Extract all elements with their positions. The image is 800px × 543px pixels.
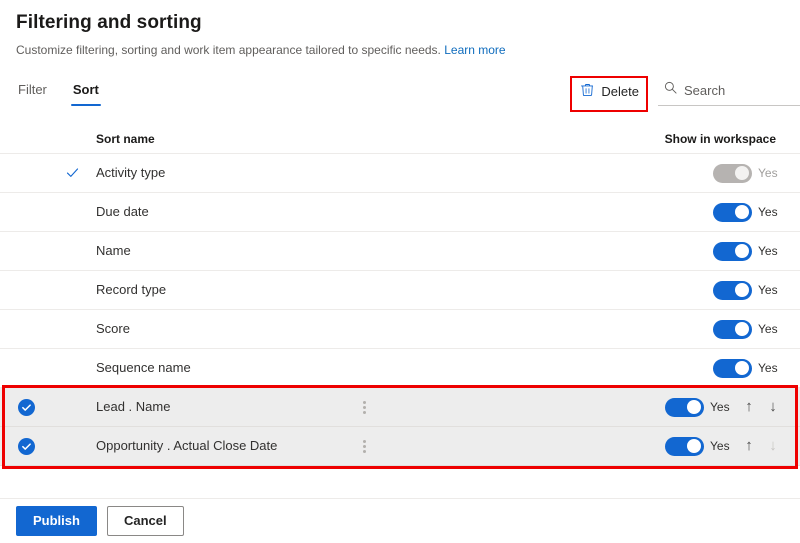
row-show-in-workspace-cell: Yes: [713, 163, 782, 183]
toggle-value-label: Yes: [758, 361, 778, 375]
table-row[interactable]: Opportunity . Actual Close Date Yes ↑ ↓: [0, 427, 800, 466]
column-header-show-in-workspace: Show in workspace: [664, 131, 776, 146]
row-selected-checkbox-icon[interactable]: [18, 398, 35, 416]
search-input[interactable]: [684, 82, 798, 98]
checkmark-icon: [66, 166, 79, 181]
delete-button-label: Delete: [601, 84, 639, 99]
row-sort-name: Sequence name: [96, 360, 191, 375]
delete-command-wrap: Delete: [570, 76, 650, 112]
row-show-in-workspace-cell: Yes: [713, 358, 782, 378]
row-show-in-workspace-cell: Yes: [713, 202, 782, 222]
show-in-workspace-toggle[interactable]: [713, 280, 752, 300]
toggle-value-label: Yes: [758, 205, 778, 219]
table-row[interactable]: Activity type Yes: [0, 154, 800, 193]
move-up-arrow-icon[interactable]: ↑: [740, 399, 758, 415]
sort-table: Sort name Show in workspace Activity typ…: [0, 124, 800, 469]
toggle-value-label: Yes: [758, 244, 778, 258]
table-row[interactable]: Name Yes: [0, 232, 800, 271]
row-sort-name: Record type: [96, 282, 167, 297]
page-title: Filtering and sorting: [16, 12, 202, 33]
row-sort-name: Score: [96, 321, 130, 336]
toggle-value-label: Yes: [710, 439, 730, 453]
row-sort-name: Due date: [96, 204, 149, 219]
toggle-value-label: Yes: [758, 166, 778, 180]
move-down-arrow-icon: ↓: [769, 437, 777, 454]
table-row[interactable]: Record type Yes: [0, 271, 800, 310]
page-subtitle: Customize filtering, sorting and work it…: [16, 42, 800, 58]
row-sort-name: Activity type: [96, 165, 166, 180]
move-up-arrow-icon[interactable]: ↑: [740, 438, 758, 454]
show-in-workspace-toggle[interactable]: [713, 319, 752, 339]
row-more-cell: [344, 400, 384, 414]
panel-header: Filtering and sorting Customize filterin…: [0, 0, 800, 58]
tab-command-bar: Filter Sort Delete: [0, 76, 800, 114]
table-row[interactable]: Score Yes: [0, 310, 800, 349]
filtering-sorting-panel: Filtering and sorting Customize filterin…: [0, 0, 800, 543]
show-in-workspace-toggle[interactable]: [713, 358, 752, 378]
trash-icon: [581, 83, 594, 101]
toggle-value-label: Yes: [710, 400, 730, 414]
show-in-workspace-toggle[interactable]: [665, 397, 704, 417]
table-row[interactable]: Lead . Name Yes ↑ ↓: [0, 388, 800, 427]
row-show-in-workspace-cell: Yes: [713, 280, 782, 300]
table-row[interactable]: Sequence name Yes: [0, 349, 800, 388]
row-show-in-workspace-cell: Yes: [713, 241, 782, 261]
cancel-button[interactable]: Cancel: [106, 506, 184, 536]
column-header-sort-name: Sort name: [96, 131, 155, 146]
toggle-value-label: Yes: [758, 322, 778, 336]
row-select-cell: [18, 437, 48, 455]
show-in-workspace-toggle: [713, 163, 752, 183]
row-select-cell: [18, 398, 48, 416]
row-show-in-workspace-cell: Yes ↑ ↓: [665, 397, 782, 417]
show-in-workspace-toggle[interactable]: [665, 436, 704, 456]
publish-button[interactable]: Publish: [16, 506, 97, 536]
more-options-icon[interactable]: [362, 400, 366, 414]
subtitle-text: Customize filtering, sorting and work it…: [16, 43, 441, 57]
row-show-in-workspace-cell: Yes: [713, 319, 782, 339]
move-down-arrow-icon[interactable]: ↓: [764, 399, 782, 415]
row-selected-checkbox-icon[interactable]: [18, 437, 35, 455]
tab-filter[interactable]: Filter: [16, 78, 49, 108]
search-box[interactable]: [658, 78, 800, 106]
delete-button[interactable]: Delete: [577, 81, 643, 103]
row-active-sort-cell: [48, 166, 96, 181]
row-sort-name: Name: [96, 243, 131, 258]
row-show-in-workspace-cell: Yes ↑ ↓: [665, 436, 782, 456]
toggle-value-label: Yes: [758, 283, 778, 297]
row-sort-name: Opportunity . Actual Close Date: [96, 438, 278, 453]
show-in-workspace-toggle[interactable]: [713, 202, 752, 222]
tab-sort[interactable]: Sort: [70, 78, 101, 108]
table-row[interactable]: Due date Yes: [0, 193, 800, 232]
table-header-row: Sort name Show in workspace: [0, 124, 800, 154]
tab-list: Filter Sort: [0, 78, 101, 108]
table-body: Activity type Yes Due date Yes Name Yes Record…: [0, 154, 800, 469]
show-in-workspace-toggle[interactable]: [713, 241, 752, 261]
command-bar: Delete: [570, 76, 800, 112]
search-icon: [664, 81, 677, 99]
row-sort-name: Lead . Name: [96, 399, 171, 414]
row-more-cell: [344, 439, 384, 453]
learn-more-link[interactable]: Learn more: [444, 43, 505, 57]
more-options-icon[interactable]: [362, 439, 366, 453]
panel-footer: Publish Cancel: [0, 498, 800, 543]
